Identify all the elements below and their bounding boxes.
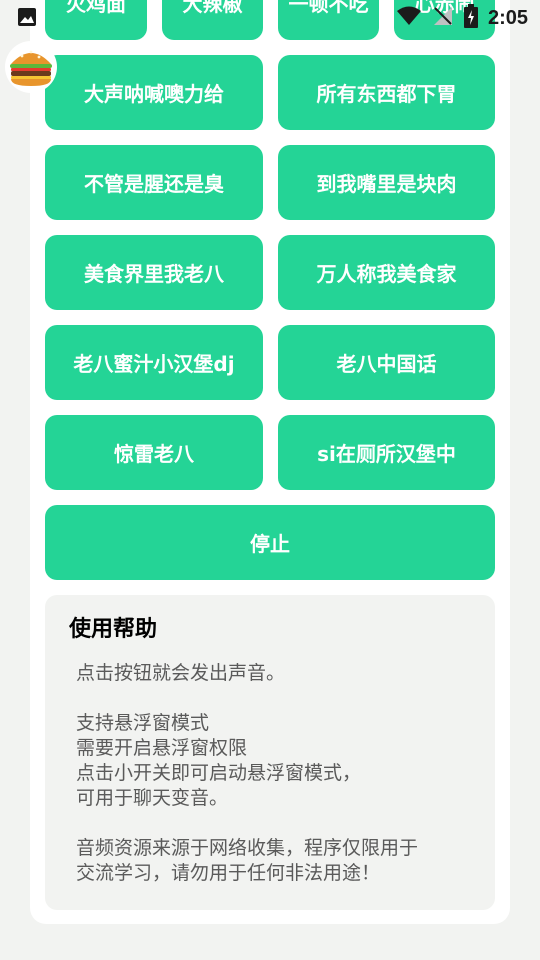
wifi-icon: [396, 5, 422, 32]
sound-button-buguanshixing[interactable]: 不管是腥还是臭: [45, 145, 263, 220]
help-text: 点击按钮就会发出声音。 支持悬浮窗模式 需要开启悬浮窗权限 点击小开关即可启动悬…: [76, 662, 419, 884]
status-bar: 2:05: [0, 0, 540, 36]
image-icon: [16, 6, 38, 28]
signal-icon: [432, 5, 454, 32]
status-time: 2:05: [487, 6, 528, 29]
help-title: 使用帮助: [69, 617, 158, 642]
sound-button-zhongguohua[interactable]: 老八中国话: [278, 325, 495, 400]
help-panel: 使用帮助 点击按钮就会发出声音。 支持悬浮窗模式 需要开启悬浮窗权限 点击小开关…: [45, 595, 495, 910]
sound-button-cesuohanbao[interactable]: si在厕所汉堡中: [278, 415, 495, 490]
sound-button-mizhihanbao[interactable]: 老八蜜汁小汉堡dj: [45, 325, 263, 400]
sound-button-dashenghanhan[interactable]: 大声呐喊噢力给: [45, 55, 263, 130]
sound-button-daowozuili[interactable]: 到我嘴里是块肉: [278, 145, 495, 220]
sound-button-suoyoudongxi[interactable]: 所有东西都下胃: [278, 55, 495, 130]
battery-icon: [463, 3, 478, 33]
burger-floating-icon[interactable]: [4, 40, 58, 94]
sound-button-wanrencheng[interactable]: 万人称我美食家: [278, 235, 495, 310]
sound-button-jingleilaoba[interactable]: 惊雷老八: [45, 415, 263, 490]
stop-button[interactable]: 停止: [45, 505, 495, 580]
sound-button-meishijie[interactable]: 美食界里我老八: [45, 235, 263, 310]
